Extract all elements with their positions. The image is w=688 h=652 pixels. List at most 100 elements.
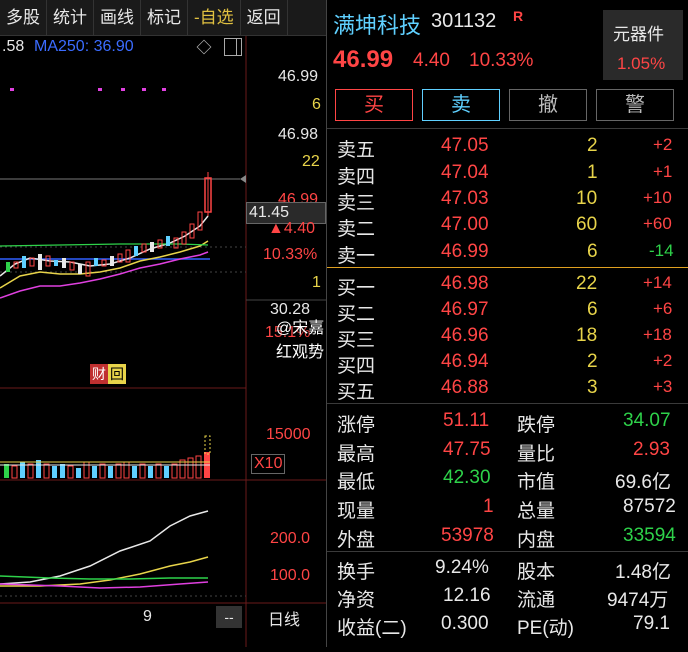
buy-button[interactable]: 买 [335, 89, 413, 121]
bid-price: 46.96 [441, 325, 489, 346]
ask-row-4[interactable]: 卖四 47.04 1 +1 [327, 160, 688, 188]
sell-button[interactable]: 卖 [422, 89, 500, 121]
pe-value: 79.1 [633, 613, 670, 634]
finance-badge[interactable]: 财 [90, 364, 108, 384]
bid-volume: 18 [576, 325, 598, 346]
bid-price: 46.94 [441, 351, 489, 372]
sector-name: 元器件 [613, 25, 664, 44]
bid-delta: +18 [643, 325, 672, 344]
r-badge: R [513, 8, 524, 24]
limit-up-value: 51.11 [443, 410, 490, 431]
bid-label: 买三 [337, 330, 376, 351]
stats-row-outer-inner: 外盘 53978 内盘 33594 [327, 523, 688, 551]
bid-row-4[interactable]: 买四 46.94 2 +2 [327, 349, 688, 377]
collapse-icon[interactable] [224, 38, 242, 56]
change-tick: ▲4.40 [268, 220, 315, 238]
draw-line-button[interactable]: 画线 [94, 0, 141, 36]
sector-box[interactable]: 元器件 1.05% [603, 10, 683, 80]
ask-label: 卖四 [337, 167, 376, 188]
float-value: 9474万 [607, 590, 669, 611]
multi-stock-button[interactable]: 多股 [0, 0, 47, 36]
low-label: 最低 [337, 472, 376, 493]
period-label[interactable]: 日线 [268, 606, 300, 630]
ask-delta: -14 [649, 241, 674, 260]
sector-change: 1.05% [617, 54, 666, 73]
low-value: 42.30 [443, 467, 491, 488]
macd-tick-1: 200.0 [270, 530, 311, 547]
ask-row-1[interactable]: 卖一 46.99 6 -14 [327, 239, 688, 267]
date-label: 9 [143, 608, 152, 625]
eps-label: 收益(二) [337, 618, 407, 639]
turnover-value: 9.24% [435, 557, 489, 578]
market-cap-value: 69.6亿 [615, 472, 671, 493]
bid-volume: 2 [587, 351, 598, 372]
buyback-badge[interactable]: 回 [108, 364, 126, 384]
watermark: @宋嘉红观势 [276, 320, 325, 361]
price-tick-3: 46.98 [278, 126, 319, 143]
bid-delta: +3 [653, 377, 673, 396]
ask-row-5[interactable]: 卖五 47.05 2 +2 [327, 133, 688, 161]
float-label: 流通 [517, 590, 556, 611]
dash-button[interactable]: -- [216, 606, 242, 628]
ask-price: 47.00 [441, 214, 489, 235]
nav-value: 12.16 [443, 585, 491, 606]
bid-delta: +14 [643, 273, 672, 292]
eps-value: 0.300 [441, 613, 489, 634]
ma250-label: MA250: 36.90 [34, 38, 134, 55]
stats-row-turnover: 换手 9.24% 股本 1.48亿 [327, 555, 688, 583]
price-tick-2: 6 [312, 96, 321, 113]
kline-chart-area[interactable]: .58 MA250: 36.90 46.99 6 46.98 22 46.99 … [0, 36, 326, 647]
ask-volume: 60 [576, 214, 598, 235]
stats-row-nav: 净资 12.16 流通 9474万 [327, 583, 688, 611]
current-volume-value: 1 [483, 496, 494, 517]
ask-row-2[interactable]: 卖二 47.00 60 +60 [327, 212, 688, 240]
mark-button[interactable]: 标记 [141, 0, 188, 36]
limit-up-label: 涨停 [337, 415, 376, 436]
macd-tick-2: 100.0 [270, 567, 311, 584]
up-triangle-icon: ▲ [268, 220, 284, 237]
stats-row-limits: 涨停 51.11 跌停 34.07 [327, 408, 688, 436]
bid-price: 46.97 [441, 299, 489, 320]
change-tick-value: 4.40 [283, 220, 315, 237]
market-cap-label: 市值 [517, 472, 556, 493]
inner-value: 33594 [623, 525, 676, 546]
change-pct-tick: 10.33% [263, 246, 318, 263]
ask-price: 46.99 [441, 241, 489, 262]
ask-volume: 2 [587, 135, 598, 156]
indicator-lines [0, 510, 246, 597]
ask-label: 卖二 [337, 219, 376, 240]
stock-name: 满坤科技 [333, 13, 422, 38]
volume-multiplier[interactable]: X10 [251, 454, 286, 474]
pe-label: PE(动) [517, 618, 575, 639]
bid-delta: +6 [653, 299, 673, 318]
bid-label: 买五 [337, 382, 376, 403]
high-label: 最高 [337, 444, 376, 465]
shares-label: 股本 [517, 562, 556, 583]
high-value: 47.75 [443, 439, 491, 460]
ask-price: 47.05 [441, 135, 489, 156]
bid-label: 买一 [337, 278, 376, 299]
candlesticks [6, 172, 212, 277]
ask-label: 卖五 [337, 140, 376, 161]
back-button[interactable]: 返回 [241, 0, 288, 36]
turnover-label: 换手 [337, 562, 376, 583]
ask-row-3[interactable]: 卖三 47.03 10 +10 [327, 186, 688, 214]
bid-price: 46.88 [441, 377, 489, 398]
bid-row-3[interactable]: 买三 46.96 18 +18 [327, 323, 688, 351]
bid-row-2[interactable]: 买二 46.97 6 +6 [327, 297, 688, 325]
ask-label: 卖一 [337, 246, 376, 267]
cancel-order-button[interactable]: 撤 [509, 89, 587, 121]
volume-ratio-label: 量比 [517, 444, 556, 465]
bid-row-5[interactable]: 买五 46.88 3 +3 [327, 375, 688, 403]
statistics-button[interactable]: 统计 [47, 0, 94, 36]
shares-value: 1.48亿 [615, 562, 671, 583]
ask-volume: 6 [587, 241, 598, 262]
ask-delta: +1 [653, 162, 673, 181]
ask-price: 47.04 [441, 162, 489, 183]
bid-price: 46.98 [441, 273, 489, 294]
outer-value: 53978 [441, 525, 494, 546]
ask-delta: +60 [643, 214, 672, 233]
bid-row-1[interactable]: 买一 46.98 22 +14 [327, 271, 688, 299]
remove-watchlist-button[interactable]: -自选 [188, 0, 241, 36]
alert-button[interactable]: 警 [596, 89, 674, 121]
